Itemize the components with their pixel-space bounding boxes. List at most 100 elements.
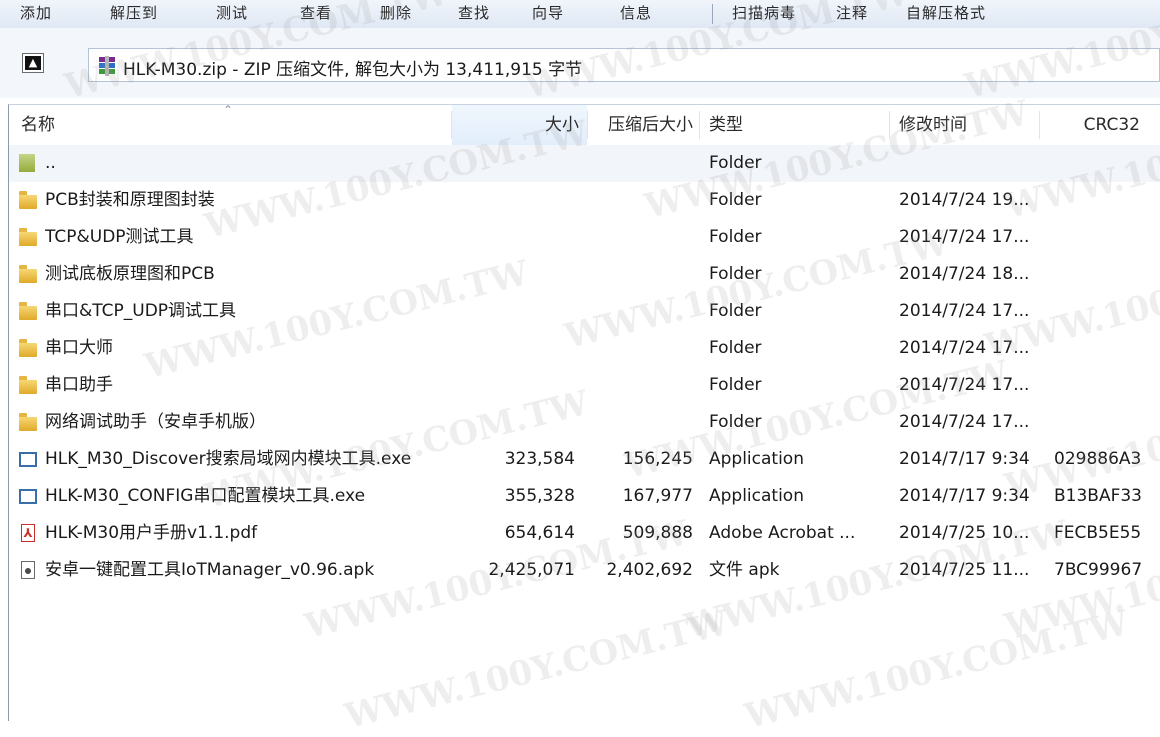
folder-icon (19, 302, 39, 320)
file-row[interactable]: 串口助手 Folder 2014/7/24 17... (9, 367, 1160, 404)
file-modified: 2014/7/17 9:34 (899, 486, 1030, 506)
arrow-up-icon: ▲ (25, 56, 41, 70)
winrar-archive-icon (99, 56, 115, 76)
file-crc (1054, 330, 1154, 367)
file-size: 654,614 (504, 523, 575, 543)
file-crc (1054, 404, 1154, 441)
address-row: ▲ HLK-M30.zip - ZIP 压缩文件, 解包大小为 13,411,9… (0, 28, 1160, 98)
file-packed (588, 145, 693, 182)
file-modified (899, 145, 1039, 182)
column-header-modified[interactable]: 修改时间 (899, 105, 1039, 145)
file-type: Folder (709, 412, 762, 432)
file-size: 2,425,071 (488, 560, 575, 580)
file-packed: 156,245 (622, 449, 693, 469)
file-crc (1054, 145, 1154, 182)
file-packed (588, 367, 693, 404)
file-crc (1054, 219, 1154, 256)
file-crc (1054, 182, 1154, 219)
column-header-row: 名称 ⌃ 大小 压缩后大小 类型 修改时间 CRC32 (9, 103, 1160, 146)
column-header-size[interactable]: 大小 (452, 105, 587, 145)
file-crc (1054, 256, 1154, 293)
column-header-crc[interactable]: CRC32 (1040, 105, 1144, 145)
file-row[interactable]: 测试底板原理图和PCB Folder 2014/7/24 18... (9, 256, 1160, 293)
file-modified: 2014/7/24 17... (899, 375, 1030, 395)
toolbar-comment-button[interactable]: 注释 (836, 2, 868, 23)
file-packed (588, 256, 693, 293)
column-modified-label: 修改时间 (899, 115, 967, 135)
column-header-packed[interactable]: 压缩后大小 (588, 105, 699, 145)
file-size (452, 256, 575, 293)
file-size (452, 330, 575, 367)
file-type: Application (709, 486, 804, 506)
file-type: Folder (709, 375, 762, 395)
file-modified: 2014/7/24 19... (899, 190, 1030, 210)
toolbar-test-button[interactable]: 测试 (216, 2, 248, 23)
column-size-label: 大小 (545, 115, 579, 135)
file-type: Folder (709, 190, 762, 210)
column-divider (889, 111, 890, 139)
file-type: Folder (709, 338, 762, 358)
file-name: TCP&UDP测试工具 (45, 227, 194, 247)
file-type: Application (709, 449, 804, 469)
file-name: 串口助手 (45, 375, 113, 395)
folder-icon (19, 376, 39, 394)
toolbar-find-button[interactable]: 查找 (458, 2, 490, 23)
folder-icon (19, 228, 39, 246)
file-row[interactable]: PCB封装和原理图封装 Folder 2014/7/24 19... (9, 182, 1160, 219)
file-row[interactable]: .. Folder (9, 145, 1160, 182)
file-crc: B13BAF33 (1054, 486, 1142, 506)
file-size (452, 293, 575, 330)
file-name: 安卓一键配置工具IoTManager_v0.96.apk (45, 560, 375, 580)
file-size: 355,328 (504, 486, 575, 506)
file-row[interactable]: TCP&UDP测试工具 Folder 2014/7/24 17... (9, 219, 1160, 256)
file-row[interactable]: HLK_M30_Discover搜索局域网内模块工具.exe 323,584 156… (9, 441, 1160, 478)
file-type: Folder (709, 227, 762, 247)
file-size (452, 367, 575, 404)
apk-icon (19, 561, 39, 579)
address-bar[interactable]: HLK-M30.zip - ZIP 压缩文件, 解包大小为 13,411,915… (88, 48, 1160, 82)
file-packed (588, 404, 693, 441)
toolbar-wizard-button[interactable]: 向导 (532, 2, 564, 23)
column-header-name[interactable]: 名称 (21, 105, 451, 145)
file-modified: 2014/7/17 9:34 (899, 449, 1030, 469)
file-row[interactable]: 串口大师 Folder 2014/7/24 17... (9, 330, 1160, 367)
toolbar-delete-button[interactable]: 删除 (380, 2, 412, 23)
column-type-label: 类型 (709, 115, 743, 135)
folder-icon (19, 265, 39, 283)
file-modified: 2014/7/25 11... (899, 560, 1030, 580)
file-packed (588, 330, 693, 367)
file-row[interactable]: 网络调试助手（安卓手机版） Folder 2014/7/24 17... (9, 404, 1160, 441)
file-row[interactable]: HLK-M30_CONFIG串口配置模块工具.exe 355,328 167,977… (9, 478, 1160, 515)
file-name: PCB封装和原理图封装 (45, 190, 215, 210)
file-name: 串口&TCP_UDP调试工具 (45, 301, 237, 321)
file-crc: FECB5E55 (1054, 523, 1142, 543)
file-type: Folder (709, 153, 762, 173)
file-crc: 029886A3 (1054, 449, 1142, 469)
file-modified: 2014/7/24 17... (899, 338, 1030, 358)
file-row[interactable]: ⅄ HLK-M30用户手册v1.1.pdf 654,614 509,888 Adobe … (9, 515, 1160, 552)
pdf-icon: ⅄ (19, 524, 39, 542)
file-size (452, 404, 575, 441)
toolbar-add-button[interactable]: 添加 (20, 2, 52, 23)
file-modified: 2014/7/24 17... (899, 301, 1030, 321)
toolbar-sfx-button[interactable]: 自解压格式 (906, 2, 986, 23)
up-folder-button[interactable]: ▲ (22, 53, 44, 73)
file-modified: 2014/7/24 18... (899, 264, 1030, 284)
file-size (452, 145, 575, 182)
toolbar-view-button[interactable]: 查看 (300, 2, 332, 23)
toolbar-extract-to-button[interactable]: 解压到 (110, 2, 158, 23)
archive-path-text: HLK-M30.zip - ZIP 压缩文件, 解包大小为 13,411,915… (123, 60, 583, 80)
file-type: Adobe Acrobat ... (709, 523, 856, 543)
file-row[interactable]: 串口&TCP_UDP调试工具 Folder 2014/7/24 17... (9, 293, 1160, 330)
exe-icon (19, 487, 39, 505)
exe-icon (19, 450, 39, 468)
updir-icon (19, 154, 39, 172)
file-row[interactable]: 安卓一键配置工具IoTManager_v0.96.apk 2,425,071 2,4… (9, 552, 1160, 589)
column-divider (699, 111, 700, 139)
file-modified: 2014/7/24 17... (899, 412, 1030, 432)
toolbar-info-button[interactable]: 信息 (620, 2, 652, 23)
toolbar-virus-scan-button[interactable]: 扫描病毒 (732, 2, 796, 23)
column-header-type[interactable]: 类型 (709, 105, 889, 145)
file-name: .. (45, 153, 56, 173)
folder-icon (19, 191, 39, 209)
